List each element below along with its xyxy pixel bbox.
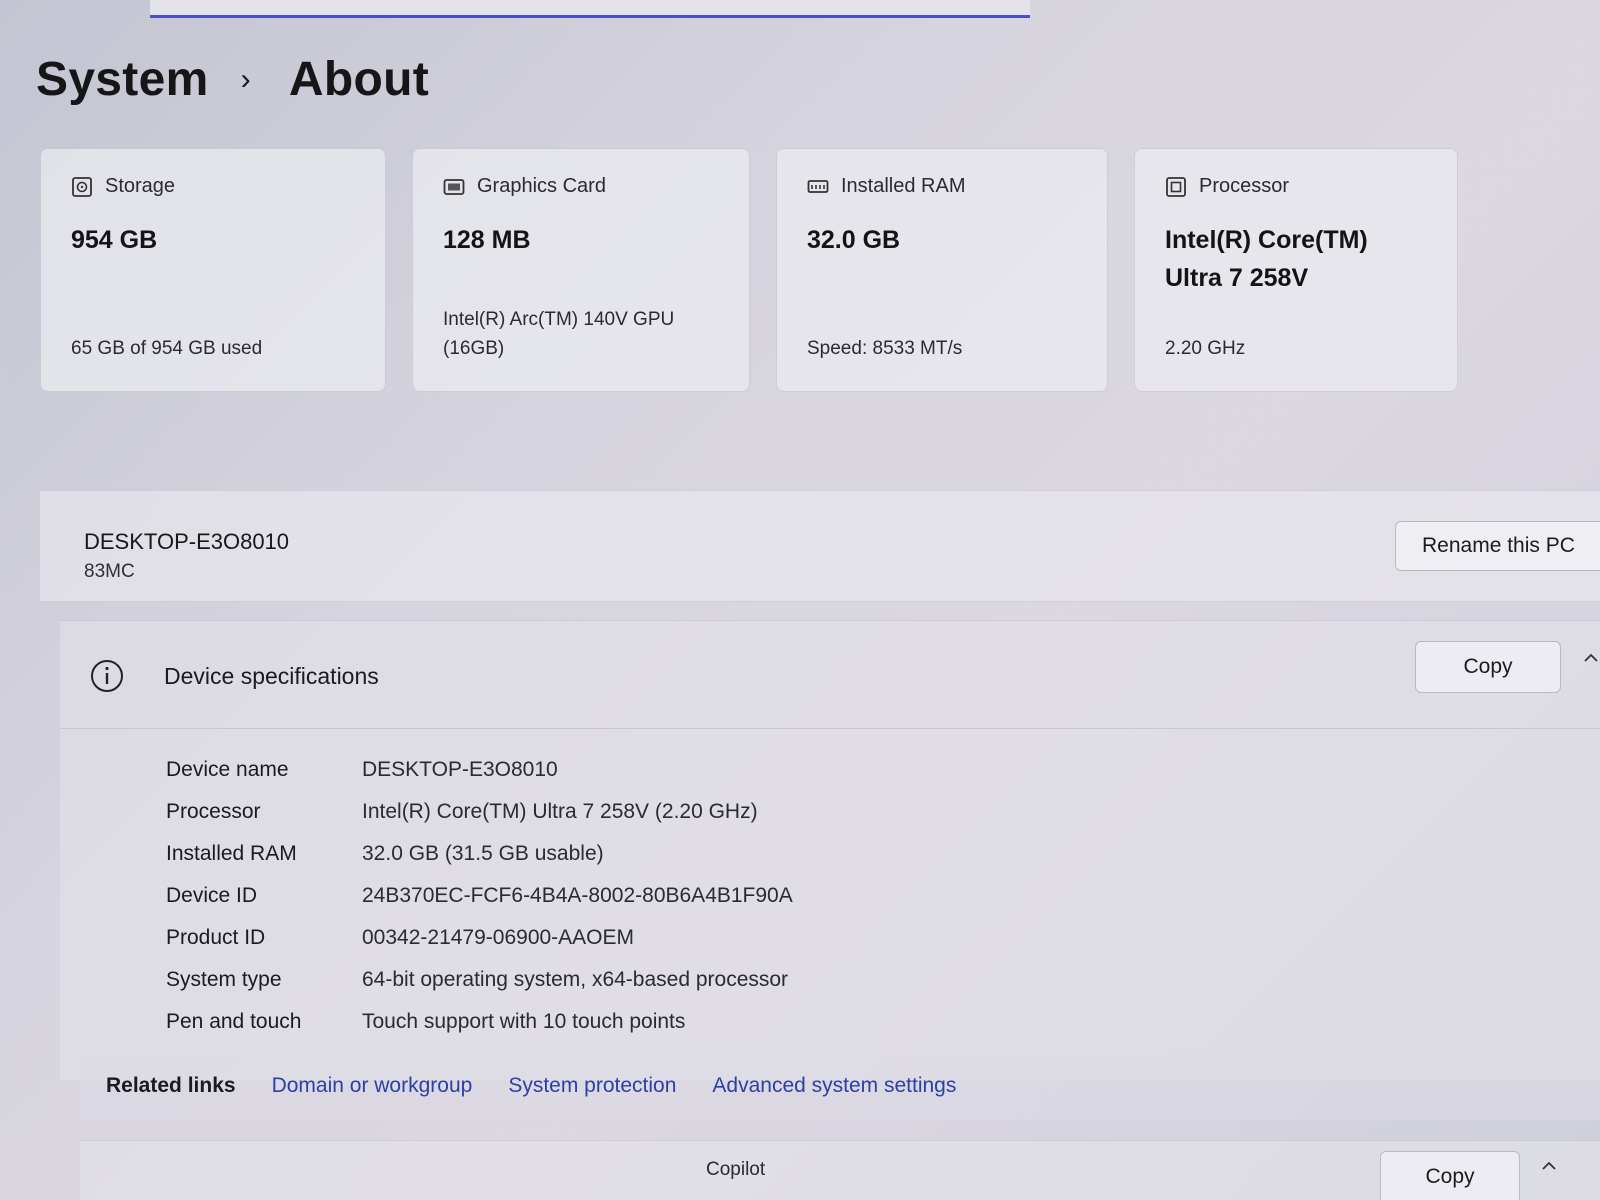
link-system-protection[interactable]: System protection bbox=[508, 1074, 676, 1098]
spec-value: 32.0 GB (31.5 GB usable) bbox=[362, 842, 604, 865]
spec-label: Pen and touch bbox=[166, 1010, 302, 1033]
device-specifications-title: Device specifications bbox=[164, 663, 379, 689]
info-icon bbox=[91, 660, 123, 692]
card-label: Storage bbox=[105, 175, 176, 197]
card-subtext: Intel(R) Arc(TM) 140V GPU (16GB) bbox=[443, 309, 675, 359]
related-links-label: Related links bbox=[106, 1074, 236, 1097]
spec-value: DESKTOP-E3O8010 bbox=[362, 758, 558, 781]
card-storage: Storage 954 GB 65 GB of 954 GB used bbox=[40, 148, 386, 392]
device-specifications-header[interactable]: Device specifications Copy bbox=[60, 621, 1600, 729]
spec-label: Processor bbox=[166, 800, 261, 823]
pc-name-row: DESKTOP-E3O8010 83MC Rename this PC bbox=[40, 490, 1600, 602]
processor-icon bbox=[1166, 176, 1186, 197]
copy-windows-specs-button[interactable]: Copy bbox=[1380, 1151, 1520, 1200]
spec-value: 24B370EC-FCF6-4B4A-8002-80B6A4B1F90A bbox=[362, 884, 793, 907]
link-advanced-system-settings[interactable]: Advanced system settings bbox=[712, 1074, 956, 1098]
card-label: Processor bbox=[1199, 175, 1290, 197]
page-title: About bbox=[288, 53, 429, 106]
spec-label: Device ID bbox=[166, 884, 258, 907]
spec-row-system-type: System type 64-bit operating system, x64… bbox=[166, 959, 793, 1001]
spec-row-product-id: Product ID 00342-21479-06900-AAOEM bbox=[166, 917, 793, 959]
chevron-up-icon[interactable] bbox=[1540, 1157, 1558, 1175]
spec-value: 64-bit operating system, x64-based proce… bbox=[362, 968, 789, 991]
copilot-tooltip: Copilot bbox=[706, 1159, 766, 1180]
spec-label: System type bbox=[166, 968, 282, 991]
card-processor: Processor Intel(R) Core(TM) Ultra 7 258V… bbox=[1134, 148, 1458, 392]
chevron-up-icon[interactable] bbox=[1582, 649, 1600, 667]
spec-row-processor: Processor Intel(R) Core(TM) Ultra 7 258V… bbox=[166, 791, 793, 833]
next-section-header[interactable]: Copilot Copy bbox=[80, 1140, 1600, 1200]
window-top-strip bbox=[150, 0, 1030, 18]
copy-device-specs-button[interactable]: Copy bbox=[1415, 641, 1561, 693]
card-label: Installed RAM bbox=[841, 175, 966, 197]
card-subtext: Speed: 8533 MT/s bbox=[807, 338, 963, 359]
card-value: 32.0 GB bbox=[807, 226, 901, 254]
storage-icon bbox=[72, 176, 92, 197]
spec-label: Installed RAM bbox=[166, 842, 297, 865]
ram-icon bbox=[807, 179, 829, 193]
spec-row-device-id: Device ID 24B370EC-FCF6-4B4A-8002-80B6A4… bbox=[166, 875, 793, 917]
graphics-card-icon bbox=[443, 178, 465, 195]
spec-row-device-name: Device name DESKTOP-E3O8010 bbox=[166, 749, 793, 791]
card-graphics-card: Graphics Card 128 MB Intel(R) Arc(TM) 14… bbox=[412, 148, 750, 392]
spec-row-installed-ram: Installed RAM 32.0 GB (31.5 GB usable) bbox=[166, 833, 793, 875]
breadcrumb: System › About bbox=[36, 52, 429, 107]
device-specifications-table: Device name DESKTOP-E3O8010 Processor In… bbox=[166, 749, 793, 1043]
card-label: Graphics Card bbox=[477, 175, 606, 197]
rename-pc-button[interactable]: Rename this PC bbox=[1395, 521, 1600, 571]
breadcrumb-system[interactable]: System bbox=[36, 52, 209, 107]
card-subtext: 65 GB of 954 GB used bbox=[71, 338, 263, 359]
card-value: 128 MB bbox=[443, 226, 531, 254]
card-value: Intel(R) Core(TM) Ultra 7 258V bbox=[1165, 226, 1368, 292]
breadcrumb-chevron-icon: › bbox=[240, 62, 251, 96]
link-domain-or-workgroup[interactable]: Domain or workgroup bbox=[272, 1074, 473, 1098]
spec-value: 00342-21479-06900-AAOEM bbox=[362, 926, 635, 949]
spec-row-pen-and-touch: Pen and touch Touch support with 10 touc… bbox=[166, 1001, 793, 1043]
spec-label: Device name bbox=[166, 758, 289, 781]
related-links: Related links Domain or workgroup System… bbox=[80, 1052, 1600, 1120]
pc-model: 83MC bbox=[84, 561, 135, 582]
device-specifications-panel: Device specifications Copy Device name D… bbox=[60, 620, 1600, 1080]
spec-value: Intel(R) Core(TM) Ultra 7 258V (2.20 GHz… bbox=[362, 800, 758, 823]
pc-name: DESKTOP-E3O8010 bbox=[84, 529, 290, 554]
spec-value: Touch support with 10 touch points bbox=[362, 1010, 686, 1033]
card-value: 954 GB bbox=[71, 226, 158, 254]
spec-label: Product ID bbox=[166, 926, 266, 949]
card-subtext: 2.20 GHz bbox=[1165, 338, 1246, 359]
card-installed-ram: Installed RAM 32.0 GB Speed: 8533 MT/s bbox=[776, 148, 1108, 392]
spec-cards: Storage 954 GB 65 GB of 954 GB used Grap… bbox=[40, 148, 1490, 392]
